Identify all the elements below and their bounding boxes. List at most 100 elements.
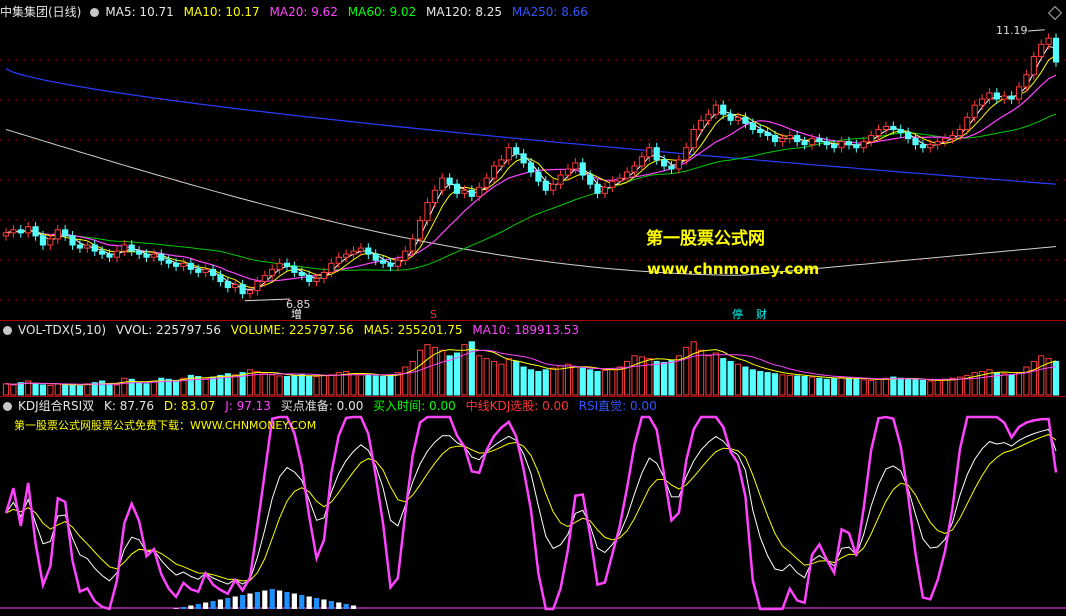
candle-body — [550, 183, 557, 191]
candle-body — [136, 250, 143, 255]
candle-body — [483, 177, 490, 188]
candle-body — [594, 183, 601, 194]
volume-bar — [320, 374, 328, 396]
candle-body — [734, 116, 742, 121]
volume-bar — [808, 376, 816, 396]
candle-body — [638, 156, 646, 167]
candle-body — [527, 162, 535, 173]
volume-bar — [461, 344, 468, 396]
volume-bar — [779, 374, 786, 396]
candle-body — [616, 177, 623, 182]
candle-body — [490, 165, 498, 179]
candle-body — [720, 104, 727, 115]
candle-body — [394, 259, 401, 267]
candle-body — [246, 290, 254, 295]
volume-bar — [823, 378, 830, 396]
candle-body — [1001, 95, 1008, 100]
kdj-histogram-bar — [284, 592, 290, 609]
candle-body — [54, 229, 61, 240]
candle-body — [838, 141, 845, 149]
candle-body — [461, 189, 468, 194]
volume-bar — [653, 360, 660, 396]
volume-bar — [350, 373, 357, 396]
volume-bar — [2, 383, 10, 396]
volume-bar — [609, 368, 616, 396]
candle-body — [180, 262, 187, 267]
candle-body — [350, 250, 357, 255]
volume-bar — [424, 344, 431, 396]
candle-body — [853, 144, 860, 149]
volume-bar — [209, 376, 217, 396]
candle-body — [121, 244, 128, 252]
volume-bar — [1030, 360, 1037, 396]
candle-body — [993, 92, 1000, 100]
candle-body — [579, 162, 586, 176]
candle-body — [1030, 55, 1037, 76]
candle-body — [365, 247, 372, 255]
volume-bar — [172, 379, 180, 396]
candle-body — [380, 259, 387, 264]
volume-bar — [365, 374, 372, 396]
volume-bar — [816, 377, 823, 396]
candle-body — [84, 244, 91, 249]
volume-bar — [513, 360, 520, 396]
volume-bar — [557, 365, 564, 396]
candle-body — [964, 116, 971, 130]
kdj-histogram-bar — [328, 601, 334, 609]
kdj-histogram-bar — [313, 598, 320, 609]
candle-body — [69, 235, 76, 246]
kdj-histogram-bar — [321, 599, 327, 609]
volume-bar — [771, 373, 779, 396]
candle-body — [601, 186, 609, 194]
volume-bar — [587, 369, 594, 396]
candle-body — [675, 159, 682, 170]
volume-bar — [631, 355, 638, 396]
volume-bar — [720, 358, 727, 396]
volume-bar — [106, 383, 113, 396]
volume-bar — [313, 376, 320, 396]
candle-body — [187, 262, 194, 270]
volume-bar — [949, 377, 956, 396]
kdj-histogram-bar — [299, 595, 305, 609]
volume-chart — [2, 341, 1060, 396]
kdj-histogram-bar — [254, 592, 260, 609]
candle-body — [661, 159, 668, 167]
volume-bar — [705, 355, 712, 396]
volume-bar — [868, 379, 875, 396]
kdj-histogram-bar — [343, 604, 349, 609]
volume-bar — [54, 383, 61, 396]
volume-bar — [646, 358, 653, 396]
volume-bar — [17, 382, 24, 396]
low-pointer — [244, 298, 291, 302]
candle-body — [335, 256, 342, 264]
candle-body — [498, 159, 505, 167]
volume-bar — [882, 377, 890, 396]
candle-body — [431, 189, 438, 203]
watermark-title: 第一股票公式网 — [646, 229, 765, 249]
candle-body — [47, 238, 54, 246]
volume-bar — [69, 384, 76, 396]
candle-body — [542, 180, 549, 191]
candle-body — [10, 229, 17, 234]
candle-body — [668, 165, 675, 170]
candle-body — [291, 265, 298, 273]
volume-bar — [749, 369, 756, 396]
volume-bar — [372, 375, 379, 396]
candle-body — [276, 262, 283, 270]
volume-bar — [845, 377, 853, 396]
volume-bar — [283, 376, 291, 396]
kdj-histogram-bar — [225, 598, 231, 609]
candle-body — [283, 262, 291, 267]
volume-bar — [453, 352, 461, 396]
kdj-histogram-bar — [336, 602, 342, 609]
candle-body — [927, 144, 934, 149]
volume-bar — [1001, 373, 1008, 396]
candle-body — [624, 171, 631, 179]
candle-body — [564, 168, 572, 176]
candle-body — [986, 92, 993, 100]
kdj-histogram-bar — [306, 596, 312, 609]
candle-body — [860, 141, 867, 149]
candle-body — [905, 132, 912, 140]
candle-body — [771, 135, 779, 143]
kdj-histogram-bar — [203, 602, 209, 609]
